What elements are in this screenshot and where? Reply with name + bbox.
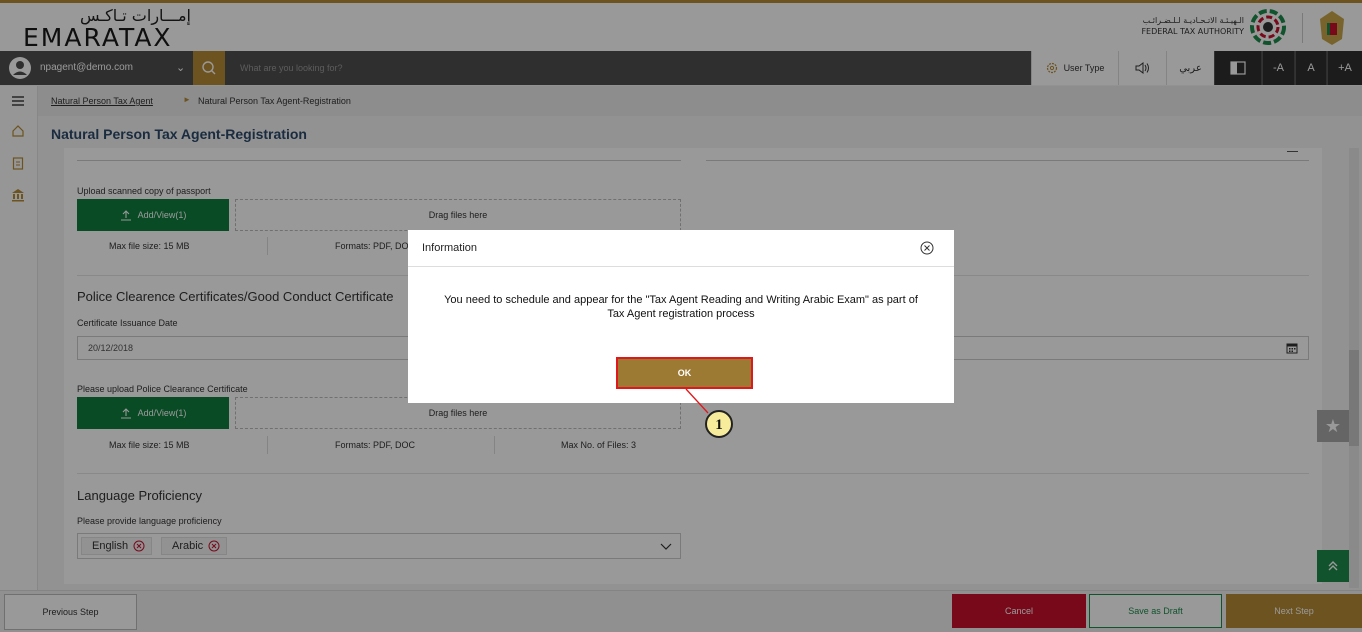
dialog-title: Information (422, 242, 478, 254)
close-icon[interactable] (920, 241, 934, 255)
callout-annotation: 1 (685, 388, 733, 438)
dialog-message: You need to schedule and appear for the … (444, 294, 918, 320)
dialog-header: Information (408, 230, 954, 267)
callout-number: 1 (715, 417, 723, 433)
